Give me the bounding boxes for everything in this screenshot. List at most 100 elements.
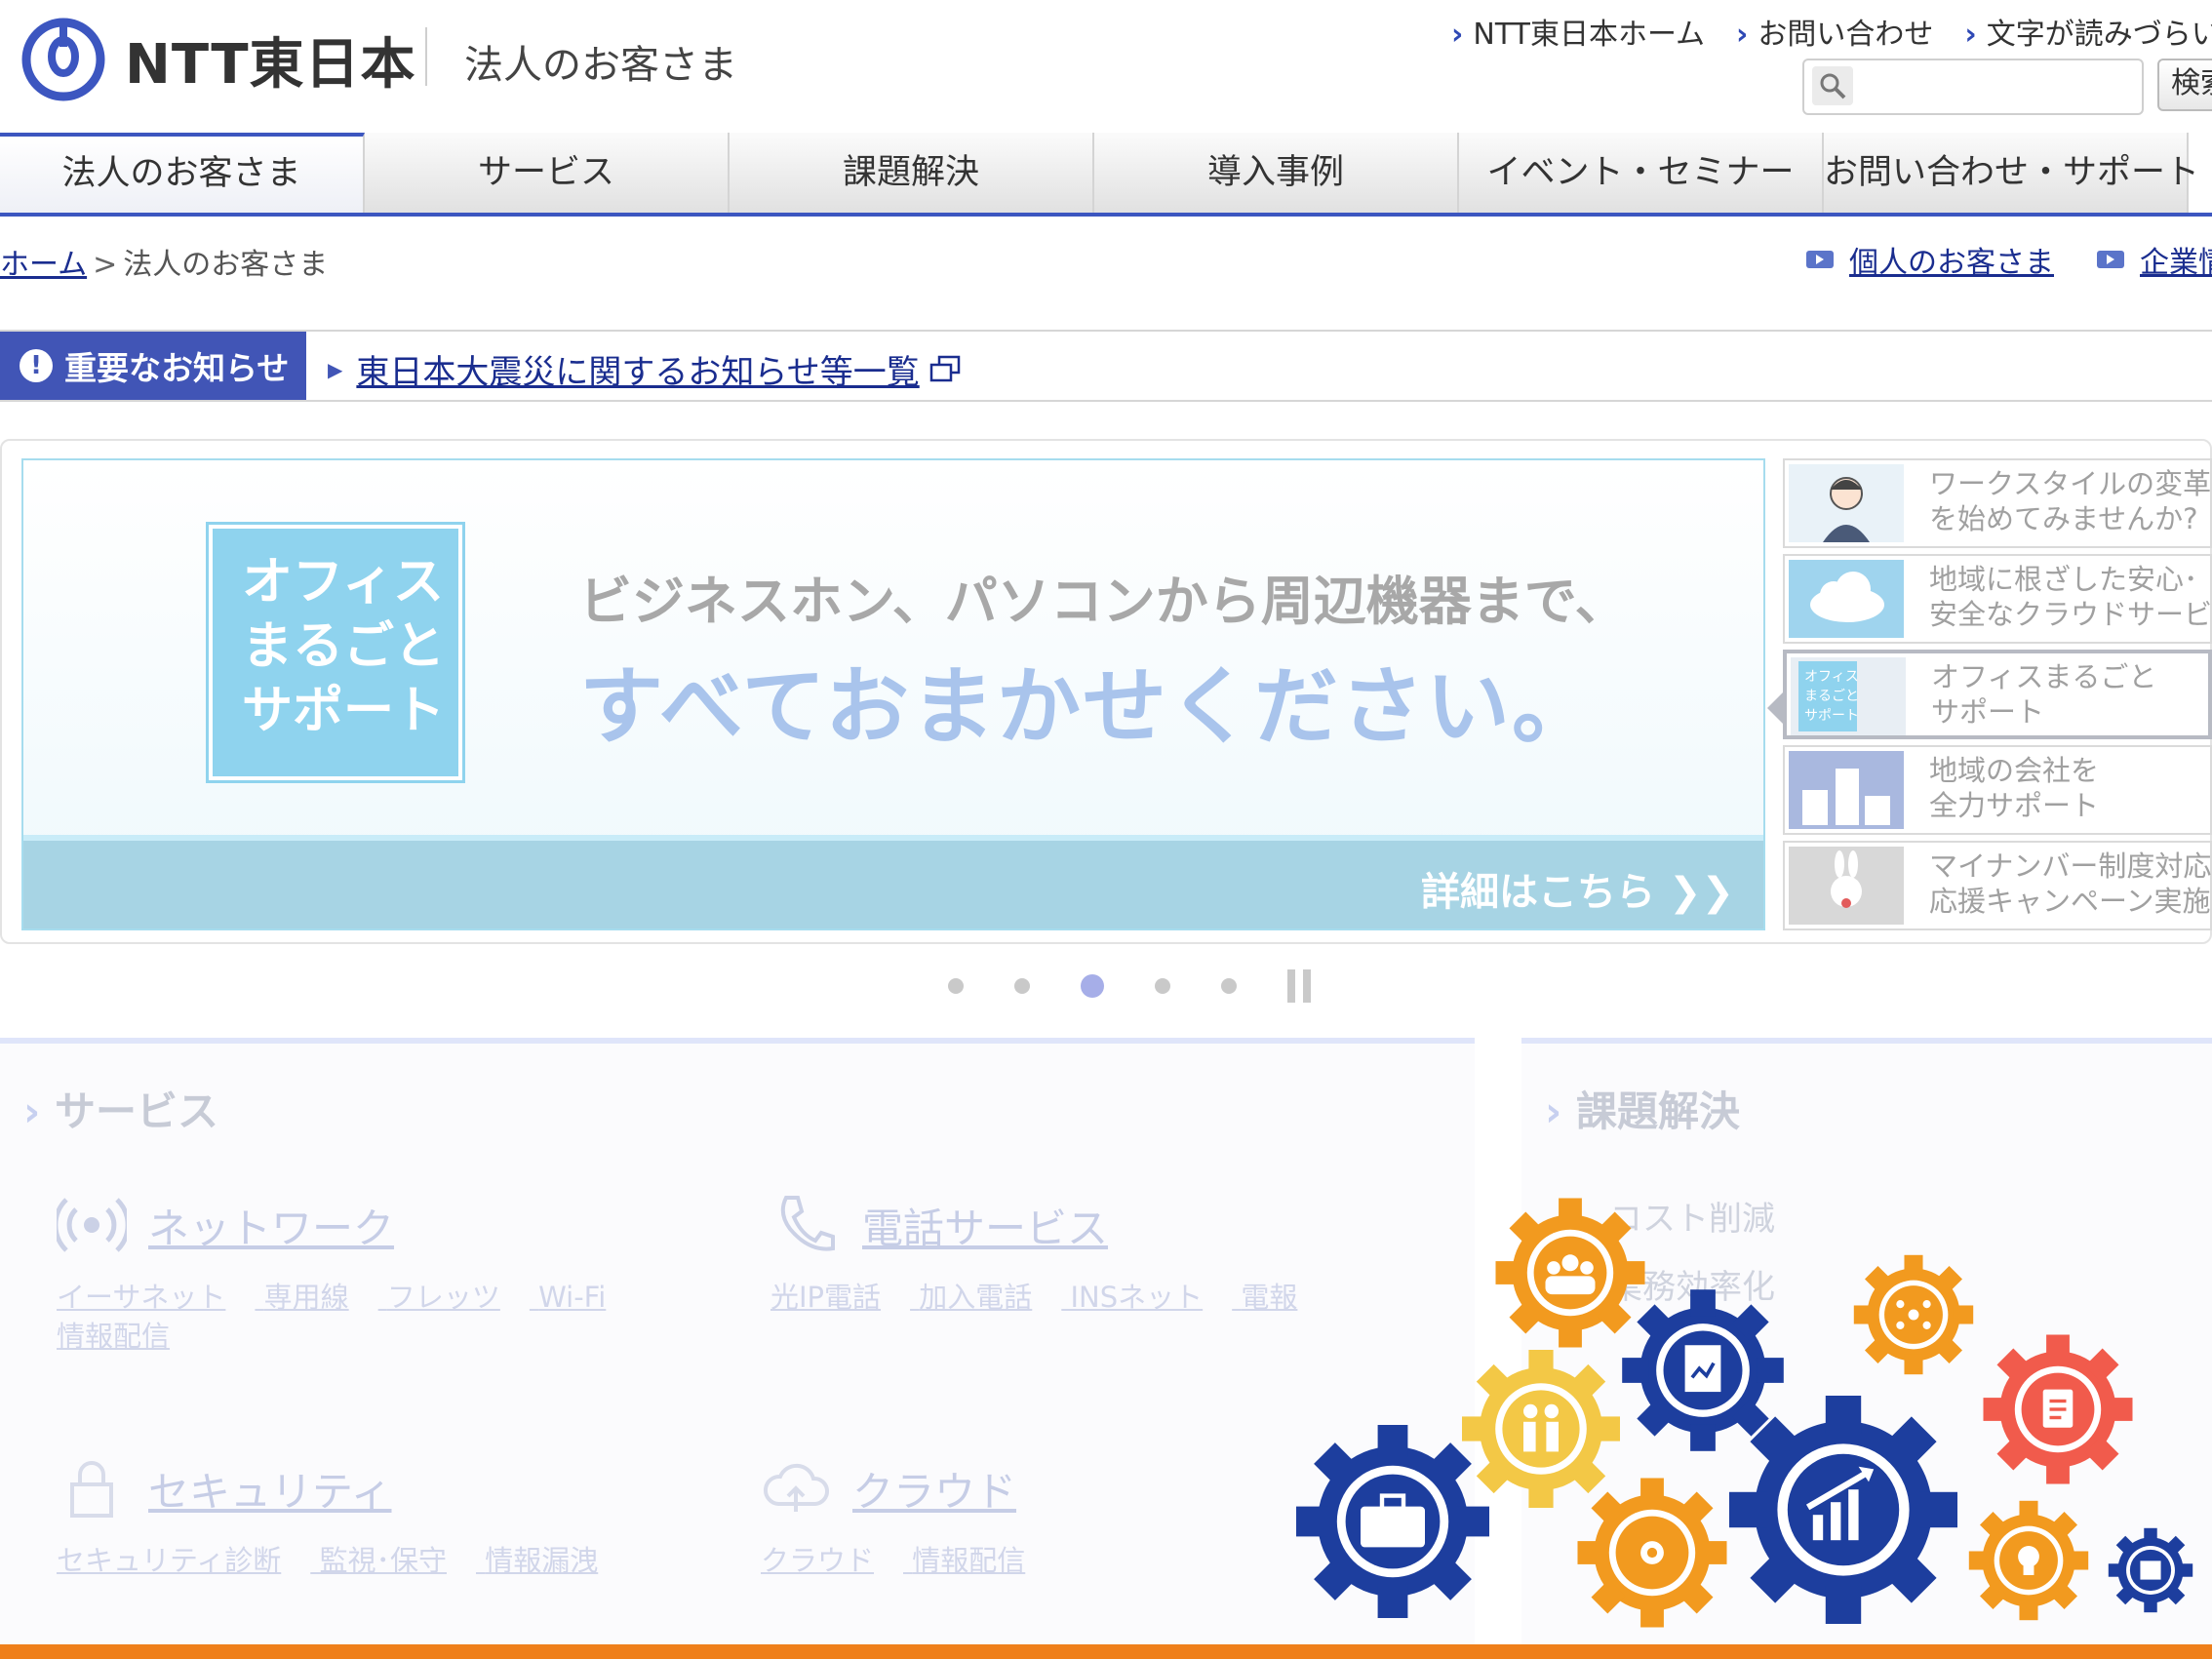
services-title: サービス xyxy=(23,1079,218,1138)
office-support-badge: オフィス まるごと サポート xyxy=(206,522,465,783)
breadcrumb: ホーム > 法人のお客さま xyxy=(0,240,328,283)
calendar-gear-icon xyxy=(2108,1527,2193,1613)
network-link[interactable]: ネットワーク xyxy=(57,1190,661,1260)
important-notice: ! 重要なお知らせ ▶ 東日本大震災に関するお知らせ等一覧 xyxy=(0,330,2212,402)
audience-link-corporate[interactable]: 企業情報 xyxy=(2097,238,2212,281)
util-link-home[interactable]: NTT東日本ホーム xyxy=(1451,10,1705,53)
audience-link-personal-label[interactable]: 個人のお客さま xyxy=(1849,238,2054,281)
cloud-label: クラウド xyxy=(852,1467,1017,1516)
nav-item-events[interactable]: イベント・セミナー xyxy=(1459,133,1824,213)
carousel-dot-2[interactable] xyxy=(1014,978,1030,994)
search-button[interactable]: 検索 xyxy=(2157,59,2212,111)
audience-link-corporate-label[interactable]: 企業情報 xyxy=(2140,238,2212,281)
growth-chart-gear-icon xyxy=(1729,1396,1957,1624)
link-leased-line[interactable]: 専用線 xyxy=(264,1281,349,1314)
thumb-text: 地域に根ざした安心･ 安全なクラウドサービス xyxy=(1929,563,2212,631)
link-info-delivery[interactable]: 情報配信 xyxy=(57,1320,170,1353)
gears-illustration xyxy=(1296,1198,2193,1628)
nav-item-solutions[interactable]: 課題解決 xyxy=(730,133,1094,213)
arrow-box-icon xyxy=(2097,251,2124,268)
link-security-diagnosis[interactable]: セキュリティ診断 xyxy=(57,1544,281,1577)
security-link[interactable]: セキュリティ xyxy=(57,1453,661,1523)
carousel-pager xyxy=(948,969,1319,1003)
solutions-title: 課題解決 xyxy=(1545,1079,1740,1138)
carousel-thumbnails: ワークスタイルの変革 を始めてみませんか? 地域に根ざした安心･ 安全なクラウド… xyxy=(1767,458,2212,936)
thumb-badge-line-1: オフィス xyxy=(1804,669,1859,685)
rabbit-mascot-icon xyxy=(1789,847,1904,925)
utility-links: NTT東日本ホーム お問い合わせ 文字が読みづらい方 xyxy=(1451,10,2212,53)
audience-link-personal[interactable]: 個人のお客さま xyxy=(1806,238,2054,281)
search-input[interactable] xyxy=(1802,59,2144,115)
notice-label: ! 重要なお知らせ xyxy=(0,332,306,400)
link-monitoring[interactable]: 監視･保守 xyxy=(319,1544,447,1577)
link-ins-net[interactable]: INSネット xyxy=(1071,1281,1204,1314)
slide-footer-bar: 詳細はこちら ❯❯ xyxy=(23,835,1763,928)
office-support-thumb-icon: オフィス まるごと サポート xyxy=(1791,657,1906,735)
carousel-dot-3[interactable] xyxy=(1081,974,1104,998)
network-label: ネットワーク xyxy=(148,1204,395,1252)
notice-link[interactable]: ▶ 東日本大震災に関するお知らせ等一覧 xyxy=(328,345,961,393)
link-cloud-info-delivery[interactable]: 情報配信 xyxy=(912,1544,1025,1577)
link-info-leak[interactable]: 情報漏洩 xyxy=(485,1544,598,1577)
nav-item-services[interactable]: サービス xyxy=(365,133,730,213)
settings-gear-icon xyxy=(1577,1478,1727,1628)
thumb-text: オフィスまるごと サポート xyxy=(1931,660,2157,729)
nav-item-business[interactable]: 法人のお客さま xyxy=(0,133,365,213)
link-ethernet[interactable]: イーサネット xyxy=(57,1281,225,1314)
site-header: NTT東日本 法人のお客さま NTT東日本ホーム お問い合わせ 文字が読みづらい… xyxy=(0,0,2212,133)
security-label: セキュリティ xyxy=(148,1467,392,1516)
thumb-badge-line-2: まるごと xyxy=(1804,689,1859,704)
link-flets[interactable]: フレッツ xyxy=(387,1281,500,1314)
breadcrumb-home-link[interactable]: ホーム xyxy=(0,248,87,282)
lock-icon xyxy=(70,1461,113,1518)
ntt-logo-icon xyxy=(21,18,105,101)
clipboard-gear-icon xyxy=(1983,1334,2133,1484)
cloud-upload-icon xyxy=(763,1463,829,1512)
team-gear-icon xyxy=(1495,1198,1645,1348)
slide-subtitle: ビジネスホン、パソコンから周辺機器まで、 xyxy=(579,571,1628,632)
carousel-dot-4[interactable] xyxy=(1155,978,1170,994)
service-network: ネットワーク イーサネット 専用線 フレッツ Wi-Fi 情報配信 xyxy=(57,1190,661,1356)
util-link-accessibility[interactable]: 文字が読みづらい方 xyxy=(1964,10,2212,53)
lightbulb-gear-icon xyxy=(1968,1500,2089,1621)
bottom-accent-bar xyxy=(0,1644,2212,1659)
util-link-contact[interactable]: お問い合わせ xyxy=(1736,10,1933,53)
active-pointer-icon xyxy=(1767,692,1783,724)
global-nav: 法人のお客さま サービス 課題解決 導入事例 イベント・セミナー お問い合わせ・… xyxy=(0,133,2212,217)
thumb-text: マイナンバー制度対応 応援キャンペーン実施中 xyxy=(1929,849,2212,918)
cloud-link[interactable]: クラウド xyxy=(761,1453,1365,1523)
link-wifi[interactable]: Wi-Fi xyxy=(538,1281,606,1314)
thumb-badge-line-3: サポート xyxy=(1804,708,1859,724)
nav-item-case-studies[interactable]: 導入事例 xyxy=(1094,133,1459,213)
carousel-thumb-mynumber[interactable]: マイナンバー制度対応 応援キャンペーン実施中 xyxy=(1783,841,2212,930)
carousel-thumb-office-support[interactable]: オフィス まるごと サポート オフィスまるごと サポート xyxy=(1767,650,2212,739)
slide-more-link[interactable]: 詳細はこちら ❯❯ xyxy=(1421,860,1734,917)
wireless-signal-icon xyxy=(57,1198,127,1252)
carousel-thumb-cloud[interactable]: 地域に根ざした安心･ 安全なクラウドサービス xyxy=(1783,554,2212,644)
partnership-gear-icon xyxy=(1462,1350,1620,1508)
link-hikari-ip[interactable]: 光IP電話 xyxy=(770,1281,881,1314)
notice-link-text[interactable]: 東日本大震災に関するお知らせ等一覧 xyxy=(356,345,919,393)
carousel-dot-5[interactable] xyxy=(1221,978,1237,994)
search-icon xyxy=(1812,66,1853,105)
carousel-thumb-local-business[interactable]: 地域の会社を 全力サポート xyxy=(1783,745,2212,835)
person-illustration-icon xyxy=(1789,464,1904,542)
service-security: セキュリティ セキュリティ診断 監視･保守 情報漏洩 xyxy=(57,1453,661,1580)
security-sub-links: セキュリティ診断 監視･保守 情報漏洩 xyxy=(57,1541,661,1580)
service-cloud: クラウド クラウド 情報配信 xyxy=(761,1453,1365,1580)
header-divider xyxy=(425,27,427,86)
phone-icon xyxy=(780,1196,835,1251)
triangle-right-icon: ▶ xyxy=(328,357,343,381)
site-name: 法人のお客さま xyxy=(464,43,737,88)
link-cloud[interactable]: クラウド xyxy=(761,1544,874,1577)
link-subscriber-phone[interactable]: 加入電話 xyxy=(919,1281,1032,1314)
nav-item-support[interactable]: お問い合わせ・サポート xyxy=(1824,133,2199,213)
carousel-slide[interactable]: オフィス まるごと サポート ビジネスホン、パソコンから周辺機器まで、 すべてお… xyxy=(21,458,1765,930)
carousel-dot-1[interactable] xyxy=(948,978,964,994)
exclamation-icon: ! xyxy=(20,349,53,382)
carousel-thumb-workstyle[interactable]: ワークスタイルの変革 を始めてみませんか? xyxy=(1783,458,2212,548)
cloud-sub-links: クラウド 情報配信 xyxy=(761,1541,1365,1580)
buildings-illustration-icon xyxy=(1789,751,1904,829)
ntt-logo[interactable]: NTT東日本 xyxy=(21,18,416,101)
pause-icon[interactable] xyxy=(1287,969,1319,1003)
